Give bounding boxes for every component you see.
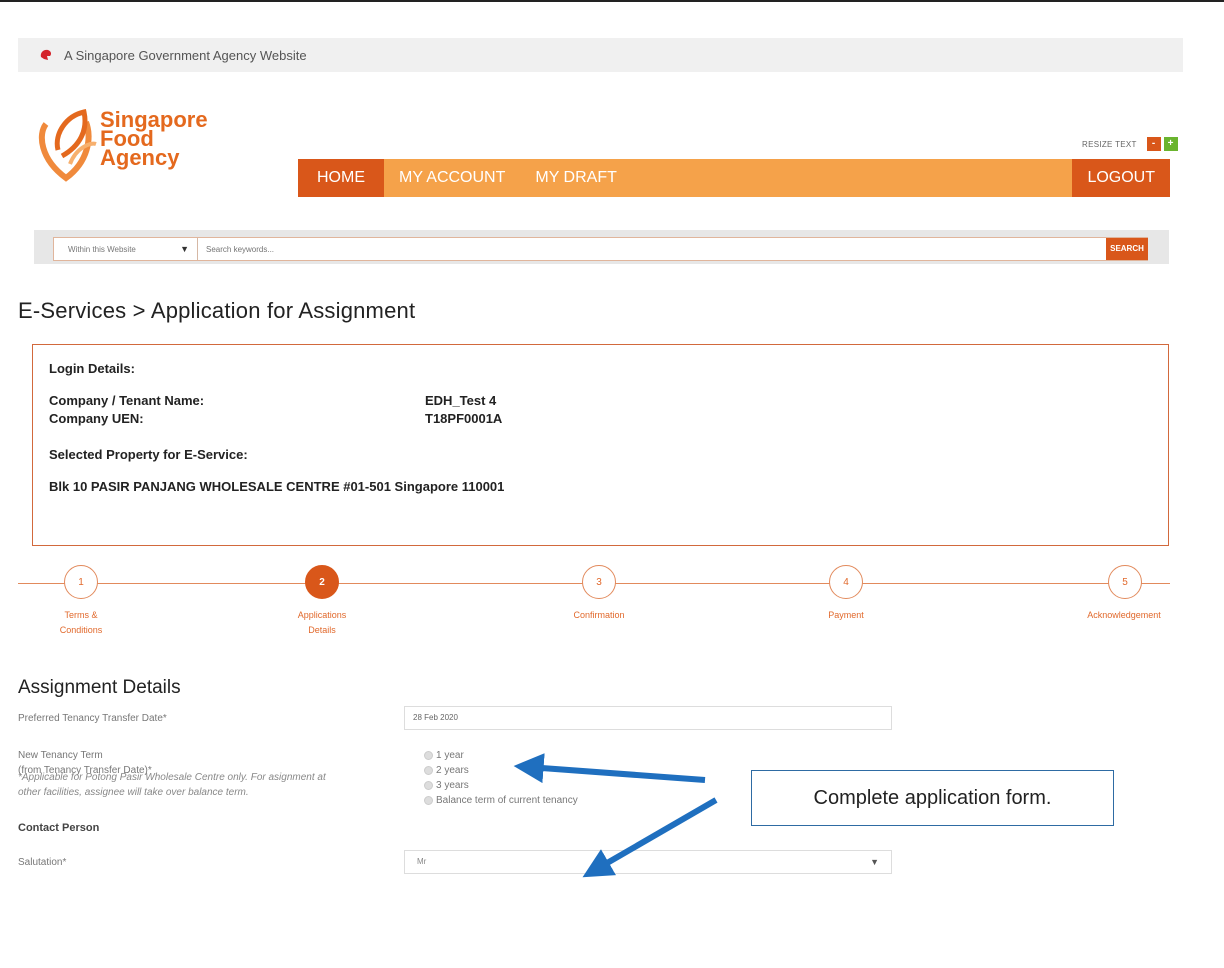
resize-text-control: RESIZE TEXT - + [1082, 137, 1178, 151]
step-4-label: Payment [828, 610, 864, 620]
search-input[interactable] [204, 243, 1147, 255]
dropdown-triangle-icon: ▼ [870, 857, 879, 867]
sfa-logo[interactable]: Singapore Food Agency [36, 104, 276, 190]
company-name-label: Company / Tenant Name: [49, 393, 205, 408]
selected-property-heading: Selected Property for E-Service: [49, 447, 248, 462]
login-details-box: Login Details: Company / Tenant Name: ED… [32, 344, 1169, 546]
step-2-label-line1: Applications [297, 610, 347, 620]
gov-banner-text: A Singapore Government Agency Website [64, 47, 307, 63]
company-name-value: EDH_Test 4 [425, 393, 497, 408]
tenancy-term-label-line1: New Tenancy Term [18, 750, 103, 761]
top-border [0, 0, 1224, 2]
company-uen-label: Company UEN: [49, 411, 144, 426]
search-bar: Within this Website ▼ SEARCH [34, 230, 1169, 264]
lion-head-icon [40, 49, 52, 60]
radio-button-icon [424, 796, 433, 805]
nav-logout[interactable]: LOGOUT [1072, 159, 1170, 197]
assignment-details-title: Assignment Details [18, 677, 181, 698]
step-3-label: Confirmation [573, 610, 625, 620]
step-5-label: Acknowledgement [1087, 610, 1161, 620]
gov-banner: A Singapore Government Agency Website [18, 38, 1183, 72]
dropdown-triangle-icon: ▼ [180, 244, 189, 254]
search-button[interactable]: SEARCH [1106, 238, 1148, 260]
tenancy-term-note: *Applicable for Potong Pasir Wholesale C… [18, 772, 326, 798]
transfer-date-input[interactable]: 28 Feb 2020 [404, 706, 892, 730]
term-option-3-years[interactable]: 3 years [424, 778, 578, 793]
search-scope-select[interactable]: Within this Website ▼ [54, 238, 198, 260]
salutation-value: Mr [417, 857, 427, 866]
decrease-text-button[interactable]: - [1146, 137, 1161, 151]
term-option-balance-term[interactable]: Balance term of current tenancy [424, 793, 578, 808]
step-1-label-line2: Conditions [59, 625, 103, 635]
step-1-circle: 1 [64, 565, 98, 599]
login-details-heading: Login Details: [49, 361, 135, 376]
company-uen-value: T18PF0001A [425, 411, 503, 426]
search-scope-value: Within this Website [68, 244, 136, 254]
term-option-1-year[interactable]: 1 year [424, 748, 578, 763]
step-2-label-line2: Details [308, 625, 336, 635]
step-4-circle: 4 [829, 565, 863, 599]
radio-button-icon [424, 781, 433, 790]
term-option-label: Balance term of current tenancy [436, 795, 578, 806]
nav-my-draft[interactable]: MY DRAFT [520, 159, 631, 197]
step-2-circle: 2 [305, 565, 339, 599]
term-option-label: 3 years [436, 780, 469, 791]
salutation-select[interactable]: Mr ▼ [404, 850, 892, 874]
sfa-logo-mark-icon [38, 109, 97, 182]
resize-text-label: RESIZE TEXT [1082, 139, 1137, 149]
page-title: E-Services > Application for Assignment [18, 298, 416, 323]
nav-home[interactable]: HOME [298, 159, 384, 197]
search-box: Within this Website ▼ SEARCH [53, 237, 1148, 261]
step-1-label: Terms & Conditions [36, 608, 126, 638]
logo-line-3: Agency [100, 145, 180, 170]
nav-my-account[interactable]: MY ACCOUNT [384, 159, 520, 197]
tenancy-term-options: 1 year 2 years 3 years Balance term of c… [424, 748, 578, 808]
sfa-logo-text: Singapore Food Agency [100, 109, 208, 170]
step-5-circle: 5 [1108, 565, 1142, 599]
salutation-label: Salutation* [18, 857, 67, 868]
step-2-label: Applications Details [277, 608, 367, 638]
progress-steps: 1 Terms & Conditions 2 Applications Deta… [0, 562, 1224, 662]
step-3-circle: 3 [582, 565, 616, 599]
term-option-2-years[interactable]: 2 years [424, 763, 578, 778]
contact-person-title: Contact Person [18, 822, 100, 834]
term-option-label: 1 year [436, 750, 464, 761]
instruction-callout: Complete application form. [751, 770, 1114, 826]
transfer-date-label: Preferred Tenancy Transfer Date* [18, 713, 167, 724]
main-nav: HOME MY ACCOUNT MY DRAFT LOGOUT [298, 159, 1170, 197]
step-1-label-line1: Terms & [64, 610, 98, 620]
increase-text-button[interactable]: + [1163, 137, 1178, 151]
radio-button-icon [424, 766, 433, 775]
selected-property-value: Blk 10 PASIR PANJANG WHOLESALE CENTRE #0… [49, 479, 505, 494]
radio-button-icon [424, 751, 433, 760]
term-option-label: 2 years [436, 765, 469, 776]
